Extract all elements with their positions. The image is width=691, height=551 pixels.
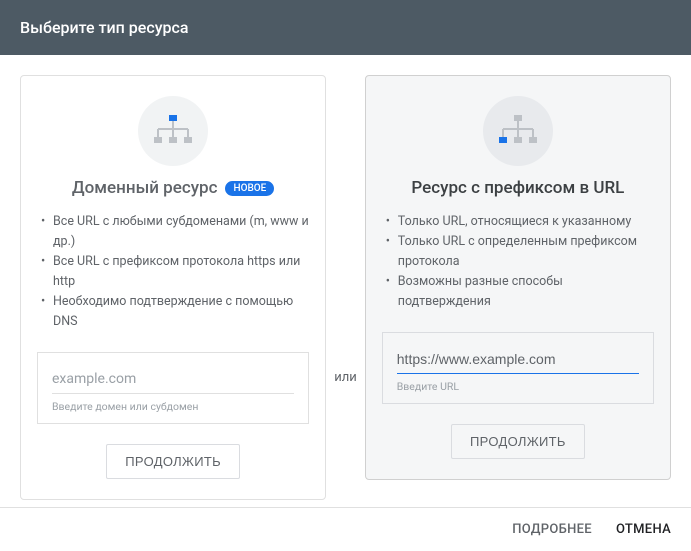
url-prefix-bullet-list: Только URL, относящиеся к указанному Тол… bbox=[382, 212, 654, 312]
url-prefix-card-title: Ресурс с префиксом в URL bbox=[411, 178, 624, 198]
url-input[interactable] bbox=[397, 347, 639, 374]
list-item: Необходимо подтверждение с помощью DNS bbox=[37, 292, 309, 332]
domain-card-title: Доменный ресурс bbox=[72, 178, 218, 198]
dialog-header: Выберите тип ресурса bbox=[0, 0, 691, 55]
list-item: Только URL с определенным префиксом прот… bbox=[382, 232, 654, 272]
list-item: Все URL с префиксом протокола https или … bbox=[37, 252, 309, 292]
domain-input[interactable]: example.com bbox=[52, 367, 294, 394]
list-item: Только URL, относящиеся к указанному bbox=[382, 212, 654, 232]
learn-more-button[interactable]: ПОДРОБНЕЕ bbox=[512, 522, 592, 537]
domain-input-box: example.com Введите домен или субдомен bbox=[37, 352, 309, 424]
domain-bullet-list: Все URL с любыми субдоменами (m, www и д… bbox=[37, 212, 309, 332]
url-input-box: Введите URL bbox=[382, 332, 654, 404]
sitemap-icon bbox=[483, 96, 553, 166]
list-item: Все URL с любыми субдоменами (m, www и д… bbox=[37, 212, 309, 252]
domain-continue-button[interactable]: ПРОДОЛЖИТЬ bbox=[106, 444, 240, 479]
dialog-footer: ПОДРОБНЕЕ ОТМЕНА bbox=[0, 507, 691, 551]
content-area: Доменный ресурс новое Все URL с любыми с… bbox=[0, 55, 691, 520]
domain-property-card[interactable]: Доменный ресурс новое Все URL с любыми с… bbox=[20, 75, 326, 500]
list-item: Возможны разные способы подтверждения bbox=[382, 272, 654, 312]
or-divider: или bbox=[326, 370, 365, 385]
dialog-title: Выберите тип ресурса bbox=[20, 18, 189, 37]
new-badge: новое bbox=[225, 181, 274, 196]
url-input-helper: Введите URL bbox=[397, 380, 639, 393]
url-prefix-property-card[interactable]: Ресурс с префиксом в URL Только URL, отн… bbox=[365, 75, 671, 480]
sitemap-icon bbox=[138, 96, 208, 166]
url-continue-button[interactable]: ПРОДОЛЖИТЬ bbox=[451, 424, 585, 459]
domain-card-title-row: Доменный ресурс новое bbox=[72, 178, 274, 198]
cancel-button[interactable]: ОТМЕНА bbox=[616, 522, 671, 537]
domain-input-helper: Введите домен или субдомен bbox=[52, 400, 294, 413]
